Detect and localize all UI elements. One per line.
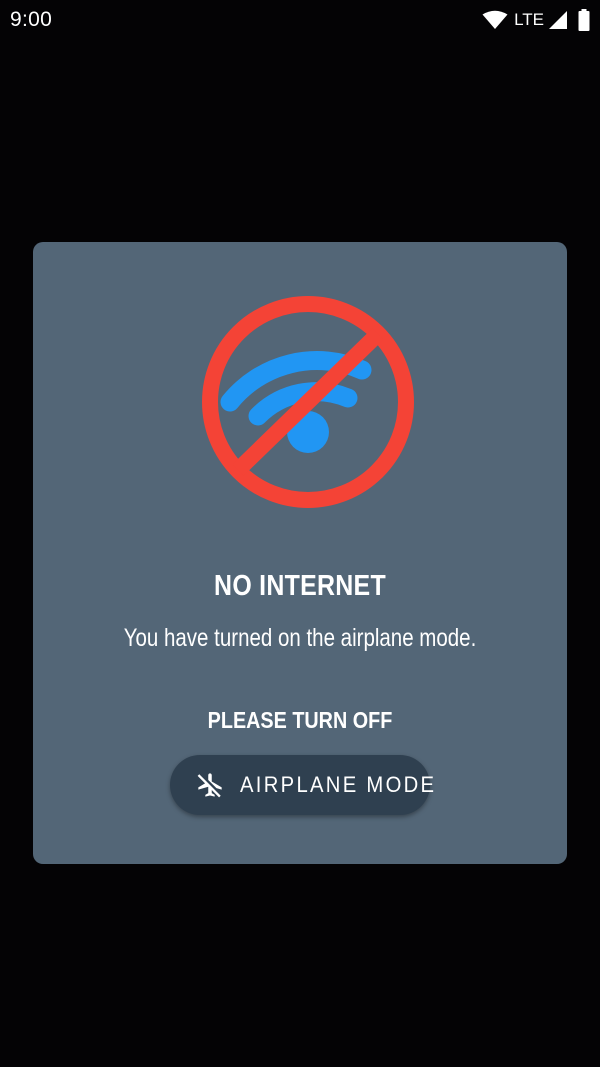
no-wifi-icon [200, 294, 416, 510]
airplane-mode-button[interactable]: AIRPLANE MODE [170, 755, 434, 815]
status-bar: 9:00 LTE [0, 0, 600, 40]
airplane-mode-button-label: AIRPLANE MODE [240, 772, 437, 797]
status-time: 9:00 [10, 8, 53, 31]
battery-icon [578, 9, 590, 31]
wifi-icon [482, 10, 508, 30]
cellular-signal-icon [548, 10, 568, 30]
dialog-title: NO INTERNET [214, 570, 386, 602]
no-internet-dialog: NO INTERNET You have turned on the airpl… [33, 242, 567, 864]
status-icons: LTE [482, 8, 590, 32]
airplane-off-icon [196, 771, 224, 799]
network-type-label: LTE [514, 10, 544, 29]
dialog-instruction: PLEASE TURN OFF [207, 707, 393, 733]
dialog-message: You have turned on the airplane mode. [123, 624, 477, 652]
